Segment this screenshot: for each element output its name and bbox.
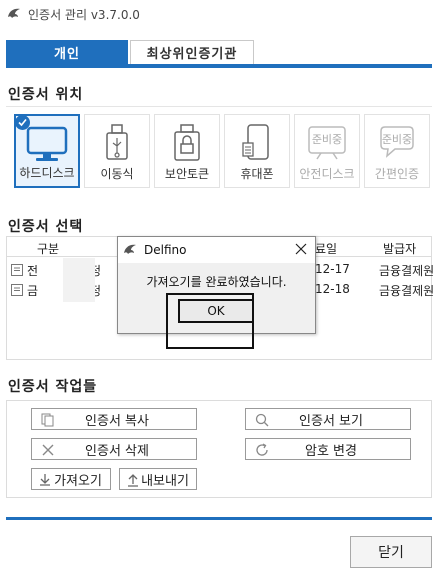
coming-soon-badge: 준비중 [381,133,413,146]
download-icon [40,474,50,486]
operations-section-title: 인증서 작업들 [8,379,98,395]
location-label: 보안토큰 [164,167,210,181]
usb-icon [106,124,128,160]
change-password-label: 암호 변경 [305,443,357,459]
check-icon [15,115,30,130]
dialog-title-bar: Delfino [118,237,315,263]
phone-icon [242,124,269,160]
bottom-divider [6,517,432,520]
export-button[interactable]: 내보내기 [119,468,197,490]
location-simple-auth: 준비중 간편인증 [364,114,430,188]
copy-icon [41,413,54,427]
selection-section-title: 인증서 선택 [8,219,84,235]
cell-type: 금 [27,284,39,298]
close-button[interactable]: 닫기 [350,536,432,568]
delete-icon [42,444,54,456]
copy-certificate-label: 인증서 복사 [85,413,149,429]
location-label: 하드디스크 [19,166,75,180]
column-header-type[interactable]: 구분 [37,240,59,257]
location-label: 휴대폰 [240,167,274,181]
certificate-icon [11,284,23,296]
window-title: 인증서 관리 v3.7.0.0 [28,7,140,22]
change-password-button[interactable]: 암호 변경 [245,438,411,460]
delfino-logo-icon [124,244,136,254]
security-token-icon [174,124,200,161]
tab-bar: 개인 최상위인증기관 [6,40,432,68]
delete-certificate-button[interactable]: 인증서 삭제 [31,438,197,460]
ok-button[interactable]: OK [178,299,254,323]
cell-type: 전 [27,264,39,278]
dialog-body: 가져오기를 완료하였습니다. OK [118,263,315,333]
column-header-issuer[interactable]: 발급자 [383,240,416,257]
location-section-title: 인증서 위치 [8,87,84,103]
location-label: 이동식 [100,167,134,181]
title-bar: 인증서 관리 v3.7.0.0 [0,0,438,28]
location-list: 하드디스크 이동식 보안토큰 휴대폰 준비중 안전디스크 준비중 간편인증 [14,114,430,188]
monitor-icon [26,126,68,161]
view-certificate-label: 인증서 보기 [299,413,363,429]
location-label: 안전디스크 [299,167,355,181]
coming-soon-badge: 준비중 [311,133,343,146]
cell-issuer: 금융결제원 [379,284,435,298]
cell-expiry: 12-17 [315,262,350,276]
tab-root-ca[interactable]: 최상위인증기관 [130,40,254,64]
redacted-area [63,258,95,302]
tab-personal[interactable]: 개인 [6,40,128,64]
location-harddisk[interactable]: 하드디스크 [14,114,80,188]
certificate-icon [11,264,23,276]
delfino-logo-icon [8,8,20,18]
cell-issuer: 금융결제원 [379,264,435,278]
completion-dialog: Delfino 가져오기를 완료하였습니다. OK [117,236,316,334]
divider [6,106,432,107]
import-button[interactable]: 가져오기 [31,468,111,490]
dialog-message: 가져오기를 완료하였습니다. [146,275,287,289]
cell-expiry: 12-18 [315,282,350,296]
location-phone[interactable]: 휴대폰 [224,114,290,188]
dialog-title: Delfino [144,243,187,257]
location-security-token[interactable]: 보안토큰 [154,114,220,188]
view-certificate-button[interactable]: 인증서 보기 [245,408,411,430]
delete-certificate-label: 인증서 삭제 [85,443,149,459]
location-label: 간편인증 [374,167,420,181]
column-header-expiry[interactable]: 료일 [315,240,337,257]
refresh-icon [256,443,268,456]
search-icon [255,413,269,427]
close-icon[interactable] [293,241,309,257]
location-removable[interactable]: 이동식 [84,114,150,188]
upload-icon [128,474,138,487]
copy-certificate-button[interactable]: 인증서 복사 [31,408,197,430]
operations-panel: 인증서 복사 인증서 삭제 가져오기 내보내기 인증서 보기 암호 변경 [6,400,432,498]
location-safe-disk: 준비중 안전디스크 [294,114,360,188]
